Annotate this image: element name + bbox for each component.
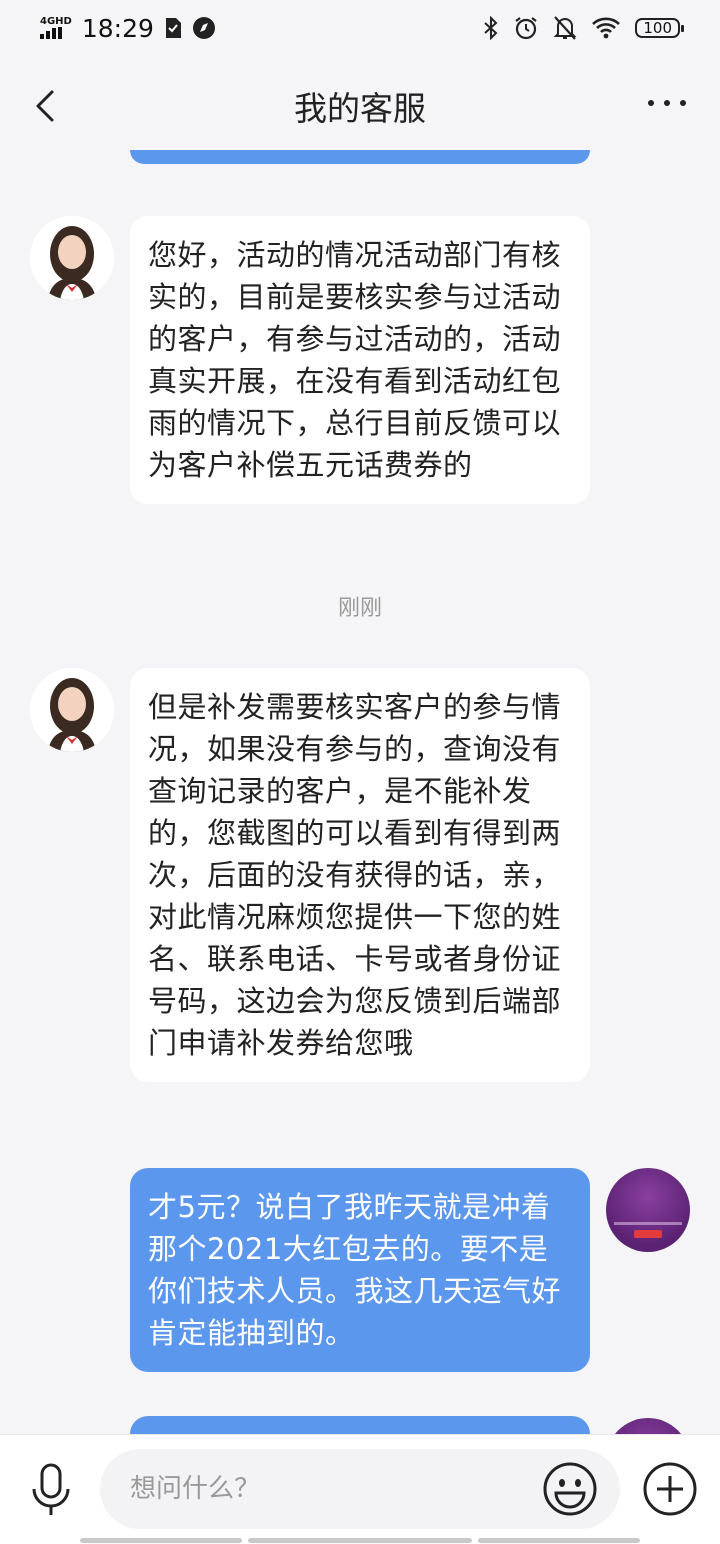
mute-bell-icon: [553, 16, 577, 40]
more-icon[interactable]: [648, 100, 686, 106]
message-timestamp: 刚刚: [337, 596, 382, 621]
signal-icon: 4GHD: [40, 17, 72, 39]
mic-icon[interactable]: [30, 1463, 72, 1517]
chat-thread[interactable]: 您好，活动的情况活动部门有核实的，目前是要核实参与过活动的客户，有参与过活动的，…: [0, 150, 720, 1434]
page-title: 我的客服: [294, 89, 426, 128]
next-user-bubble: [130, 1416, 590, 1434]
battery-icon: 100: [635, 18, 684, 38]
agent-message-text: 您好，活动的情况活动部门有核实的，目前是要核实参与过活动的客户，有参与过活动的，…: [130, 216, 590, 504]
user-avatar[interactable]: [606, 1418, 690, 1434]
home-indicator: [80, 1538, 242, 1543]
wifi-icon: [592, 17, 621, 39]
home-indicator: [248, 1538, 472, 1543]
alarm-icon: [515, 17, 538, 40]
input-bar: 想问什么？: [0, 1434, 720, 1544]
bluetooth-icon: [484, 16, 498, 40]
network-type: 4GHD: [40, 16, 72, 27]
plus-icon[interactable]: [642, 1461, 698, 1517]
agent-message-text: 但是补发需要核实客户的参与情况，如果没有参与的，查询没有查询记录的客户，是不能补…: [130, 668, 590, 1082]
user-message-text: 才5元？说白了我昨天就是冲着那个2021大红包去的。要不是你们技术人员。我这几天…: [130, 1168, 590, 1372]
status-bar: 4GHD 18:29 100: [0, 0, 720, 56]
status-time: 18:29: [81, 13, 154, 43]
back-arrow-icon[interactable]: [30, 86, 64, 126]
home-indicator: [478, 1538, 640, 1543]
previous-user-bubble: [130, 150, 590, 164]
emoji-icon[interactable]: [542, 1461, 598, 1517]
compass-icon: [192, 17, 215, 39]
agent-avatar[interactable]: [30, 668, 114, 752]
agent-avatar[interactable]: [30, 216, 114, 300]
user-avatar[interactable]: [606, 1168, 690, 1252]
chat-header: 我的客服: [0, 56, 720, 156]
sim-card-icon: [165, 18, 181, 38]
